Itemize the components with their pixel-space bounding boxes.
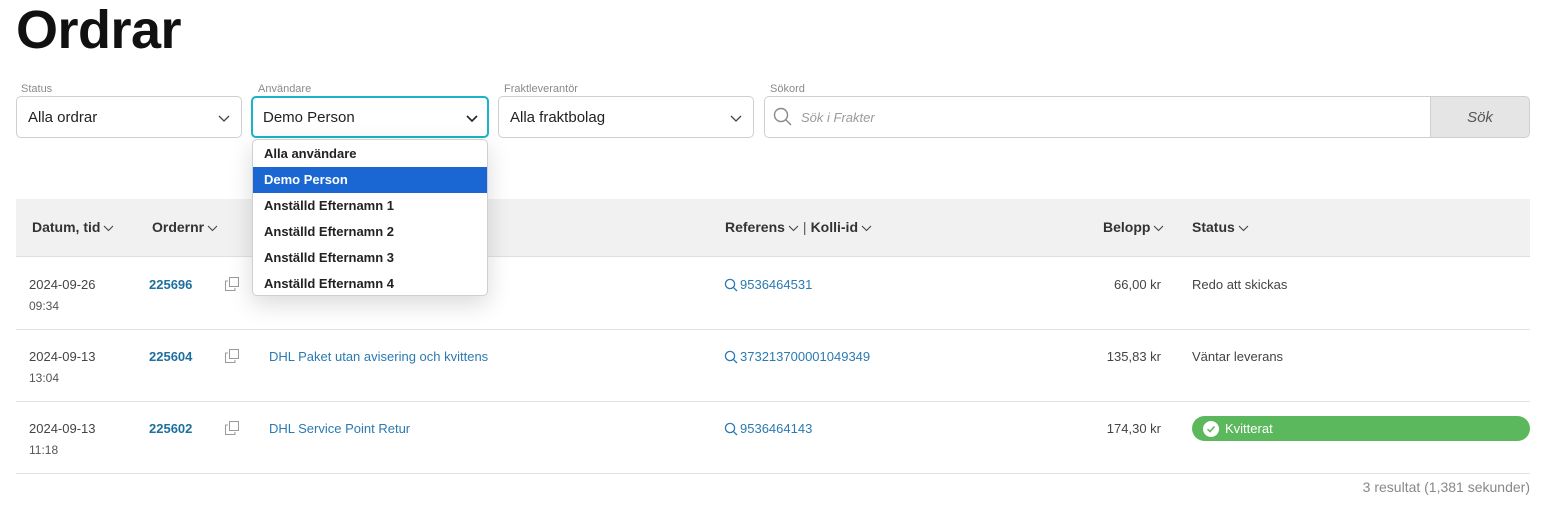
sort-chevron-icon xyxy=(207,225,218,232)
column-header-order-no[interactable]: Ordernr xyxy=(152,219,218,235)
status-select-value: Alla ordrar xyxy=(28,108,98,126)
status-badge-label: Kvitterat xyxy=(1225,421,1273,436)
reference-link[interactable]: 373213700001049349 xyxy=(724,349,870,364)
row-status: Väntar leverans xyxy=(1192,349,1284,364)
search-icon xyxy=(724,278,738,291)
reference-link[interactable]: 9536464143 xyxy=(724,421,812,436)
shipping-service-link[interactable]: DHL Service Point Retur xyxy=(269,421,410,436)
shipping-service-link[interactable]: DHL Paket utan avisering och kvittens xyxy=(269,349,488,364)
row-date: 2024-09-13 xyxy=(29,421,96,436)
row-amount: 135,83 kr xyxy=(1106,349,1161,364)
row-time: 09:34 xyxy=(29,299,60,313)
table-row[interactable]: 2024-09-13 13:04 225604 DHL Paket utan a… xyxy=(16,330,1530,402)
carrier-select-value: Alla fraktbolag xyxy=(510,108,606,126)
carrier-select[interactable]: Alla fraktbolag xyxy=(498,96,754,138)
copy-icon[interactable] xyxy=(225,421,239,435)
user-filter-label: Användare xyxy=(258,83,312,95)
order-number-link[interactable]: 225696 xyxy=(149,277,192,292)
dropdown-option[interactable]: Alla användare xyxy=(253,141,487,167)
user-select-value: Demo Person xyxy=(263,108,355,126)
header-separator: | xyxy=(802,219,807,235)
chevron-down-icon xyxy=(218,115,230,122)
reference-link[interactable]: 9536464531 xyxy=(724,277,812,292)
check-circle-icon xyxy=(1203,420,1219,437)
dropdown-option[interactable]: Anställd Efternamn 4 xyxy=(253,271,487,295)
order-number-link[interactable]: 225604 xyxy=(149,349,192,364)
column-header-reference[interactable]: Referens | Kolli-id xyxy=(725,219,872,235)
copy-icon[interactable] xyxy=(225,349,239,363)
column-header-date[interactable]: Datum, tid xyxy=(32,219,114,235)
sort-chevron-icon xyxy=(1238,225,1249,232)
sort-chevron-icon xyxy=(1154,225,1164,232)
sort-chevron-icon xyxy=(104,225,114,232)
dropdown-option[interactable]: Anställd Efternamn 3 xyxy=(253,245,487,271)
search-label: Sökord xyxy=(770,83,805,95)
search-icon xyxy=(724,422,738,435)
page-title: Ordrar xyxy=(16,0,182,60)
carrier-filter-label: Fraktleverantör xyxy=(504,83,578,95)
user-select[interactable]: Demo Person xyxy=(251,96,489,138)
order-number-link[interactable]: 225602 xyxy=(149,421,192,436)
chevron-down-icon xyxy=(730,115,742,122)
search-field[interactable] xyxy=(764,96,1431,138)
result-count: 3 resultat (1,381 sekunder) xyxy=(1362,479,1530,495)
copy-icon[interactable] xyxy=(225,277,239,291)
column-header-amount[interactable]: Belopp xyxy=(1103,219,1164,235)
row-status: Redo att skickas xyxy=(1192,277,1288,292)
sort-chevron-icon xyxy=(861,225,872,232)
dropdown-option-selected[interactable]: Demo Person xyxy=(253,167,487,193)
search-icon xyxy=(724,350,738,363)
search-icon xyxy=(773,107,792,126)
row-date: 2024-09-13 xyxy=(29,349,96,364)
status-badge: Kvitterat xyxy=(1192,416,1530,441)
dropdown-option[interactable]: Anställd Efternamn 2 xyxy=(253,219,487,245)
table-row[interactable]: 2024-09-26 09:34 225696 9536464531 66,00… xyxy=(16,258,1530,330)
column-header-parcel-id[interactable]: Kolli-id xyxy=(811,219,858,235)
chevron-down-icon xyxy=(466,115,478,123)
user-dropdown-menu: Alla användare Demo Person Anställd Efte… xyxy=(252,139,488,296)
row-date: 2024-09-26 xyxy=(29,277,96,292)
dropdown-option[interactable]: Anställd Efternamn 1 xyxy=(253,193,487,219)
row-time: 13:04 xyxy=(29,371,60,385)
row-amount: 174,30 kr xyxy=(1106,421,1161,436)
table-row[interactable]: 2024-09-13 11:18 225602 DHL Service Poin… xyxy=(16,402,1530,474)
status-select[interactable]: Alla ordrar xyxy=(16,96,242,138)
row-amount: 66,00 kr xyxy=(1114,277,1161,292)
column-header-status[interactable]: Status xyxy=(1192,219,1249,235)
table-header: Datum, tid Ordernr Referens | Kolli-id B… xyxy=(16,199,1530,257)
status-filter-label: Status xyxy=(21,83,53,95)
search-button[interactable]: Sök xyxy=(1430,96,1530,138)
row-time: 11:18 xyxy=(29,443,59,457)
sort-chevron-icon xyxy=(788,225,799,232)
search-input[interactable] xyxy=(801,109,1401,125)
